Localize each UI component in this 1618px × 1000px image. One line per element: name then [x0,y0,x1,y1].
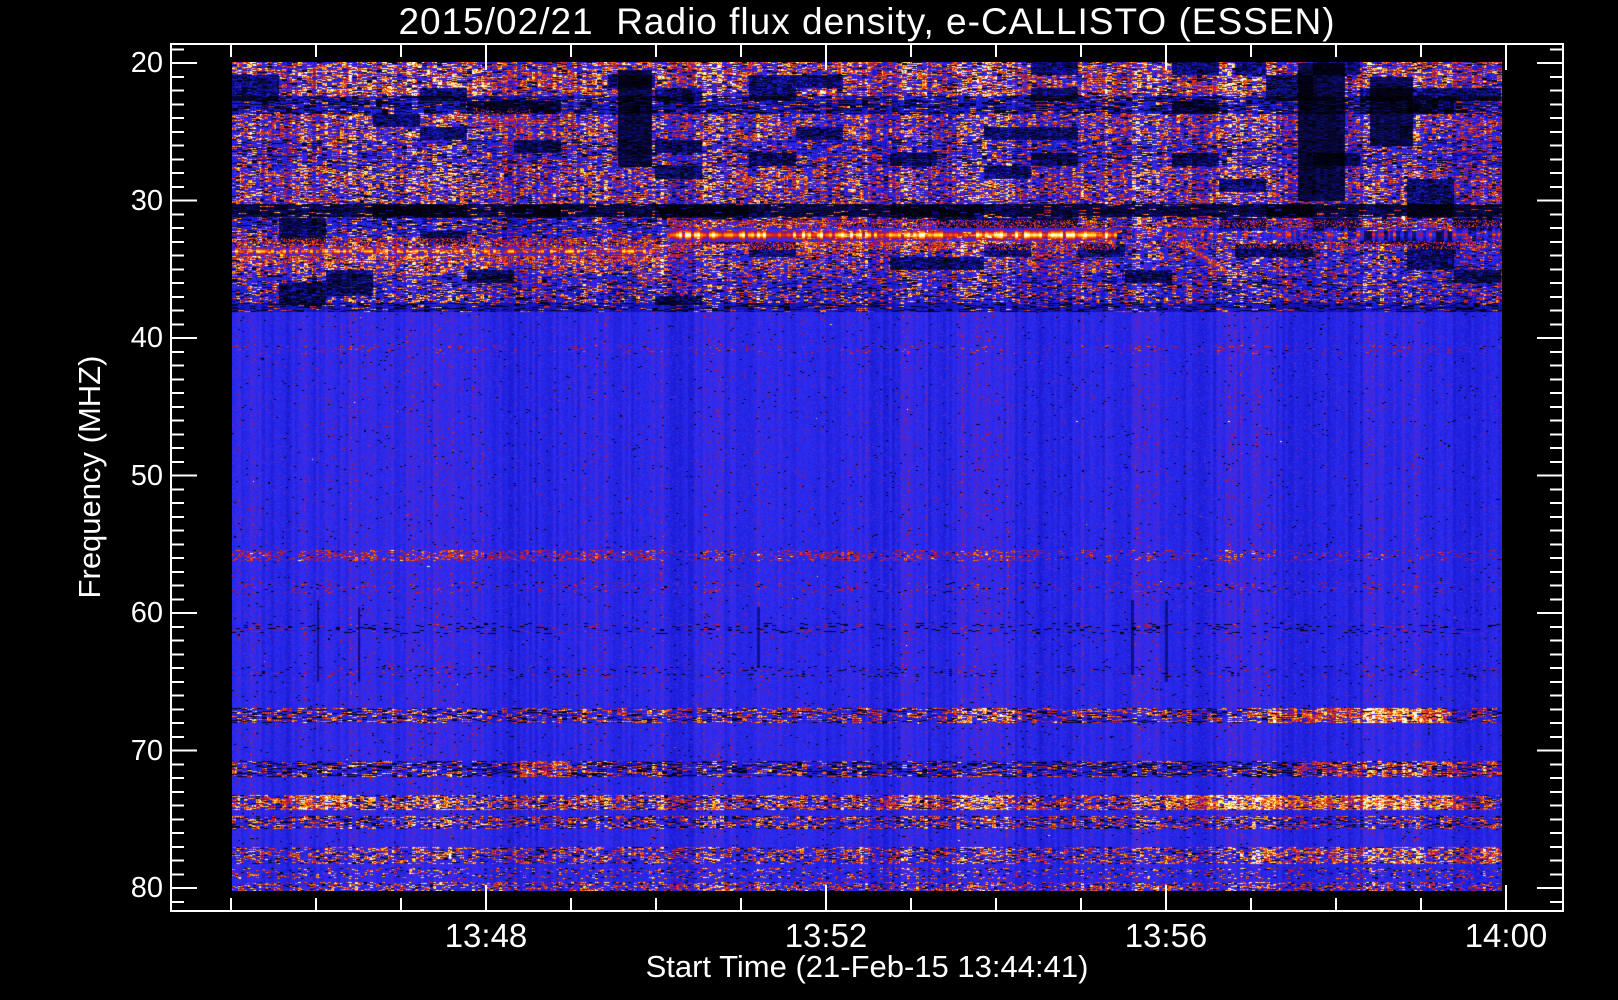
y-tick-label: 20 [130,47,163,79]
spectrogram-page: 2015/02/21 Radio flux density, e-CALLIST… [0,0,1618,1000]
axes-layer [170,43,1564,912]
y-tick-label: 60 [130,597,163,629]
plot-box-and-ticks [170,43,1564,912]
y-tick-label: 30 [130,184,163,217]
y-tick-label: 80 [130,872,163,904]
y-tick-label: 40 [130,322,163,354]
x-axis-title: Start Time (21-Feb-15 13:44:41) [645,949,1089,984]
y-tick-label: 70 [130,734,163,767]
y-axis-title: Frequency (MHZ) [72,355,107,599]
